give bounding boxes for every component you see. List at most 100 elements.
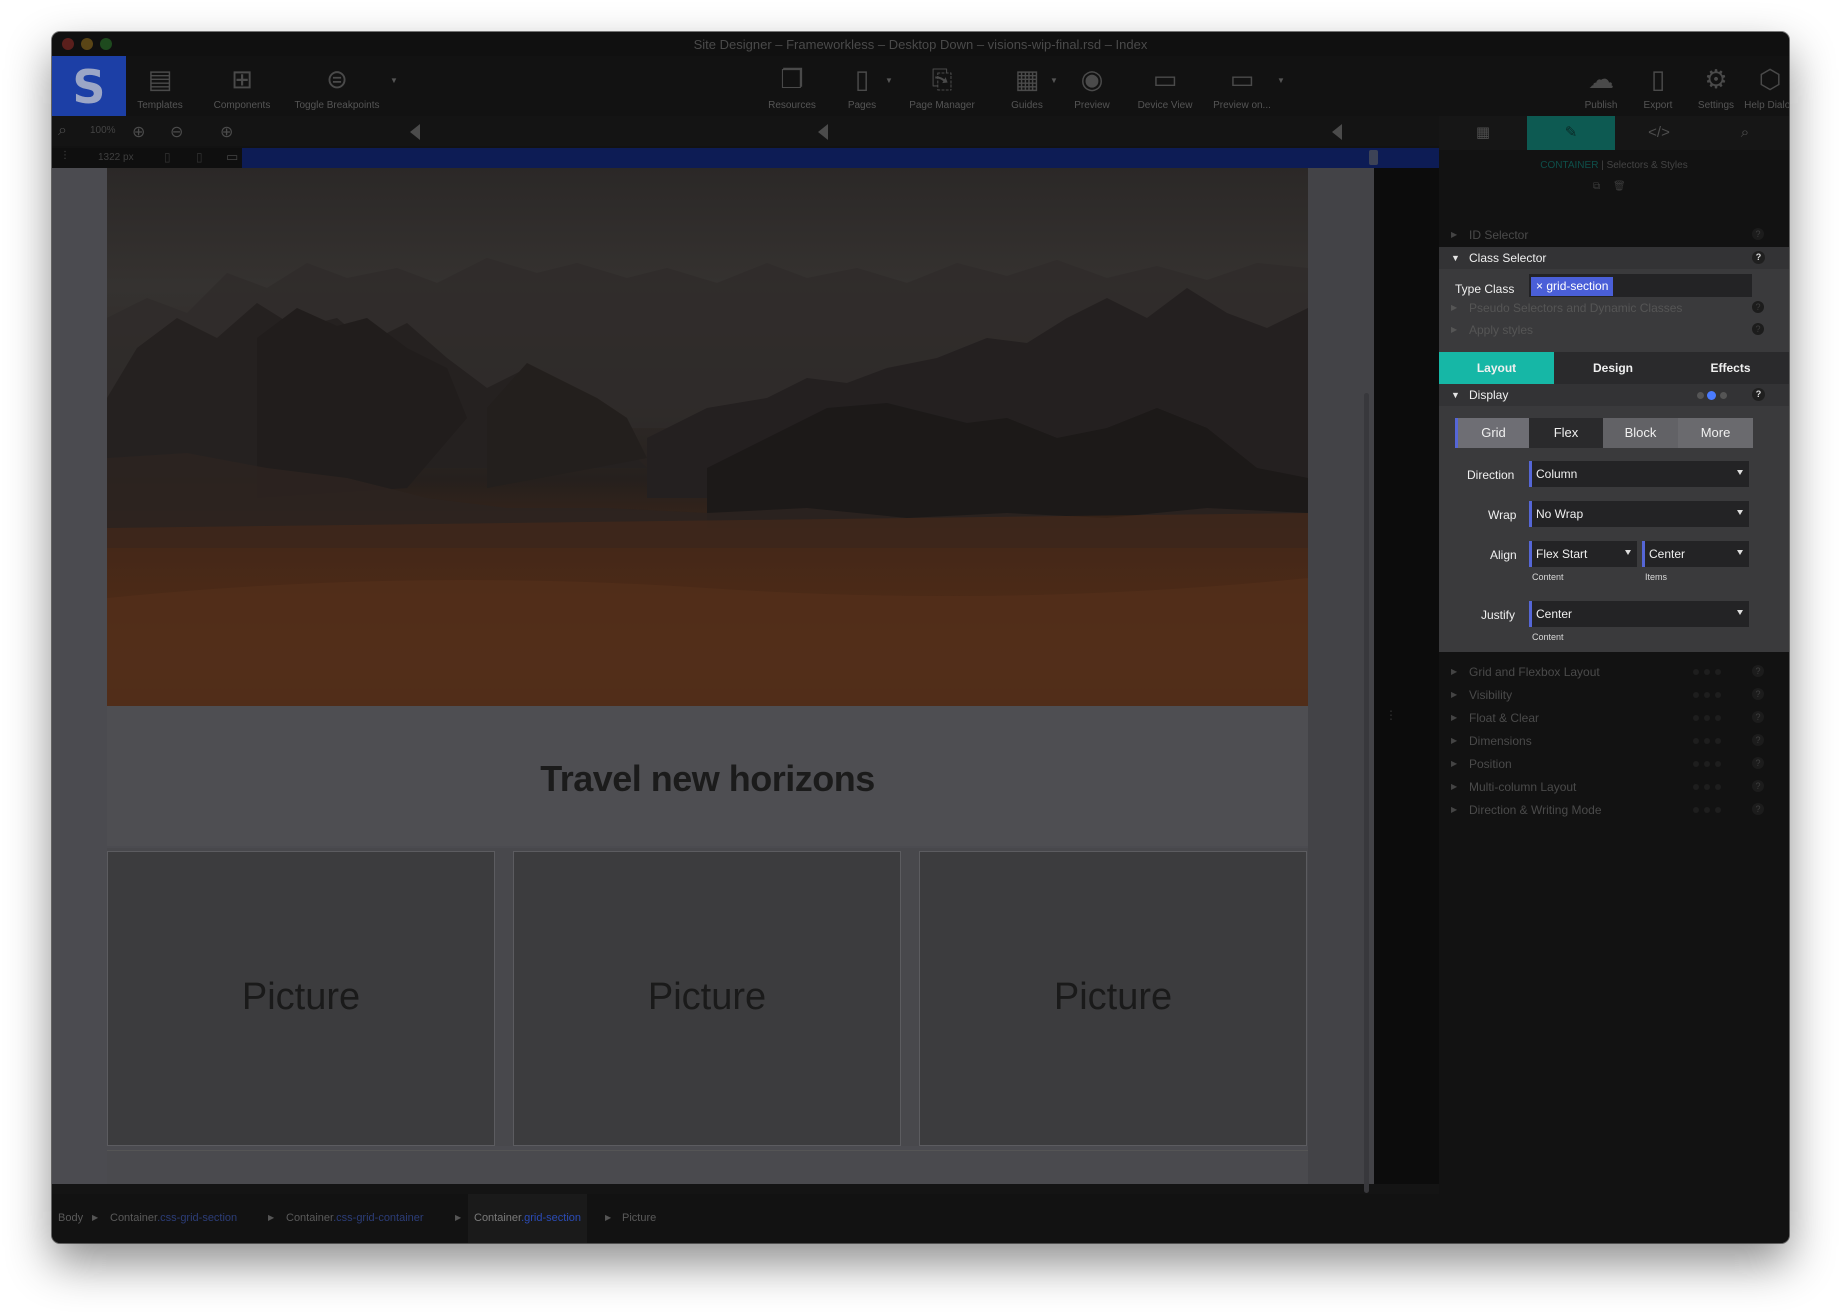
hero-image[interactable] [107,168,1308,706]
zoom-search-icon[interactable]: ⌕ [58,122,67,140]
picture-placeholder[interactable]: Picture [107,851,495,1146]
tab-effects[interactable]: Effects [1672,352,1789,384]
display-mode-segmented: Grid Flex Block More [1455,418,1753,448]
class-tag[interactable]: × grid-section [1531,277,1614,296]
code-icon[interactable]: </> [1615,116,1703,150]
breakpoint-marker[interactable] [818,124,828,140]
help-icon[interactable]: ? [1752,711,1764,723]
brush-icon[interactable]: ✎ [1527,116,1615,150]
width-slider-thumb[interactable] [1369,150,1378,165]
toggle-breakpoints-button[interactable]: ⊜ Toggle Breakpoints ▼ [282,62,397,111]
breadcrumb-item[interactable]: Container.css-grid-container [280,1194,430,1243]
align-items-caption: Items [1645,572,1668,582]
chevron-right-icon: ▶ [1451,759,1458,768]
breakpoint-marker[interactable] [410,124,420,140]
display-more-button[interactable]: More [1678,418,1753,448]
trash-icon[interactable]: 🗑 [1613,181,1626,192]
section-grid-flexbox[interactable]: ▶ Grid and Flexbox Layout ? [1439,661,1789,683]
components-button[interactable]: ⊞ Components [192,62,292,111]
help-icon[interactable]: ? [1752,665,1764,677]
status-dot-active [1707,391,1716,400]
help-icon[interactable]: ? [1752,251,1765,264]
apply-styles-row[interactable]: ▶ Apply styles ? [1439,319,1789,341]
chevron-right-icon: ▶ [92,1213,99,1222]
grid-icon[interactable]: ▦ [1439,116,1527,150]
components-icon: ⊞ [231,64,253,94]
drag-handle-icon[interactable]: ⋮ [60,150,70,161]
status-dot [1697,392,1704,399]
desktop-icon[interactable]: ▭ [226,149,238,165]
page-preview: Travel new horizons Picture Picture Pict… [52,168,1374,1193]
canvas-scrollbar[interactable] [1364,393,1369,1193]
display-block-button[interactable]: Block [1603,418,1678,448]
chevron-right-icon: ▶ [1451,782,1458,791]
pseudo-selectors-row[interactable]: ▶ Pseudo Selectors and Dynamic Classes ? [1439,297,1789,319]
id-selector-row[interactable]: ▶ ID Selector ? [1439,224,1789,246]
section-position[interactable]: ▶ Position ? [1439,753,1789,775]
resize-handle-icon[interactable]: ⋮ [1385,708,1397,722]
chevron-down-icon [1737,610,1743,615]
align-items-select[interactable]: Center [1642,541,1749,567]
picture-placeholder[interactable]: Picture [513,851,901,1146]
zoom-out-icon[interactable]: ⊖ [170,122,183,142]
display-header[interactable]: ▼ Display ? [1439,384,1789,406]
section-float-clear[interactable]: ▶ Float & Clear ? [1439,707,1789,729]
desert-mountains-illustration [107,258,1308,706]
breadcrumb-item[interactable]: Container.css-grid-section [104,1194,243,1243]
picture-placeholder[interactable]: Picture [919,851,1307,1146]
breadcrumb-item[interactable]: Body [52,1194,89,1243]
duplicate-icon[interactable]: ⧉ [1593,181,1600,192]
preview-on-button[interactable]: ▭ Preview on... ▼ [1192,62,1292,111]
breadcrumb-item-active[interactable]: Container.grid-section [468,1194,588,1243]
breakpoint-marker[interactable] [1332,124,1342,140]
chevron-right-icon: ▶ [1451,230,1458,239]
title-bar: Site Designer – Frameworkless – Desktop … [52,32,1789,56]
class-selector-header[interactable]: ▼ Class Selector ? [1439,247,1789,269]
help-icon[interactable]: ? [1752,301,1764,313]
display-flex-button[interactable]: Flex [1529,418,1603,448]
style-tabs: Layout Design Effects [1439,352,1789,384]
help-icon[interactable]: ? [1752,780,1764,792]
layout-panel: Layout Design Effects ▼ Display ? Grid F… [1439,352,1789,652]
breakpoint-range-bar[interactable] [242,148,1439,168]
help-icon[interactable]: ? [1752,803,1764,815]
justify-select[interactable]: Center [1529,601,1749,627]
help-icon[interactable]: ? [1752,323,1764,335]
wrap-select[interactable]: No Wrap [1529,501,1749,527]
status-dots [1693,761,1729,767]
help-icon[interactable]: ? [1752,757,1764,769]
tab-design[interactable]: Design [1555,352,1671,384]
status-dots [1693,715,1729,721]
section-multi-column[interactable]: ▶ Multi-column Layout ? [1439,776,1789,798]
help-icon[interactable]: ? [1752,388,1765,401]
display-grid-button[interactable]: Grid [1455,418,1529,448]
chevron-right-icon: ▶ [605,1213,612,1222]
status-dots [1693,784,1729,790]
headline-section[interactable]: Travel new horizons [107,706,1308,846]
section-direction-writing[interactable]: ▶ Direction & Writing Mode ? [1439,799,1789,821]
help-icon[interactable]: ? [1752,734,1764,746]
zoom-in-icon[interactable]: ⊕ [132,122,145,142]
breadcrumb-item[interactable]: Picture [616,1194,662,1243]
inspector-tabs: ▦ ✎ </> ⌕ [1439,116,1789,150]
grid-section[interactable]: Picture Picture Picture [107,848,1308,1146]
align-content-select[interactable]: Flex Start [1529,541,1637,567]
tab-layout[interactable]: Layout [1439,352,1554,384]
status-dots [1693,738,1729,744]
page-headline[interactable]: Travel new horizons [107,758,1308,800]
section-dimensions[interactable]: ▶ Dimensions ? [1439,730,1789,752]
page-footer-strip [107,1150,1308,1184]
search-icon[interactable]: ⌕ [1701,116,1789,150]
phone-icon[interactable]: ▯ [164,150,171,164]
help-icon[interactable]: ? [1752,688,1764,700]
section-visibility[interactable]: ▶ Visibility ? [1439,684,1789,706]
chevron-down-icon: ▼ [390,76,398,85]
status-dots [1693,669,1729,675]
tablet-icon[interactable]: ▯ [196,150,203,164]
add-breakpoint-icon[interactable]: ⊕ [220,122,233,142]
direction-select[interactable]: Column [1529,461,1749,487]
help-icon[interactable]: ? [1752,228,1764,240]
help-dialog-button[interactable]: ⬡ Help Dialog [1734,62,1789,111]
remove-tag-icon[interactable]: × [1536,279,1543,293]
zoom-level: 100% [90,125,116,136]
